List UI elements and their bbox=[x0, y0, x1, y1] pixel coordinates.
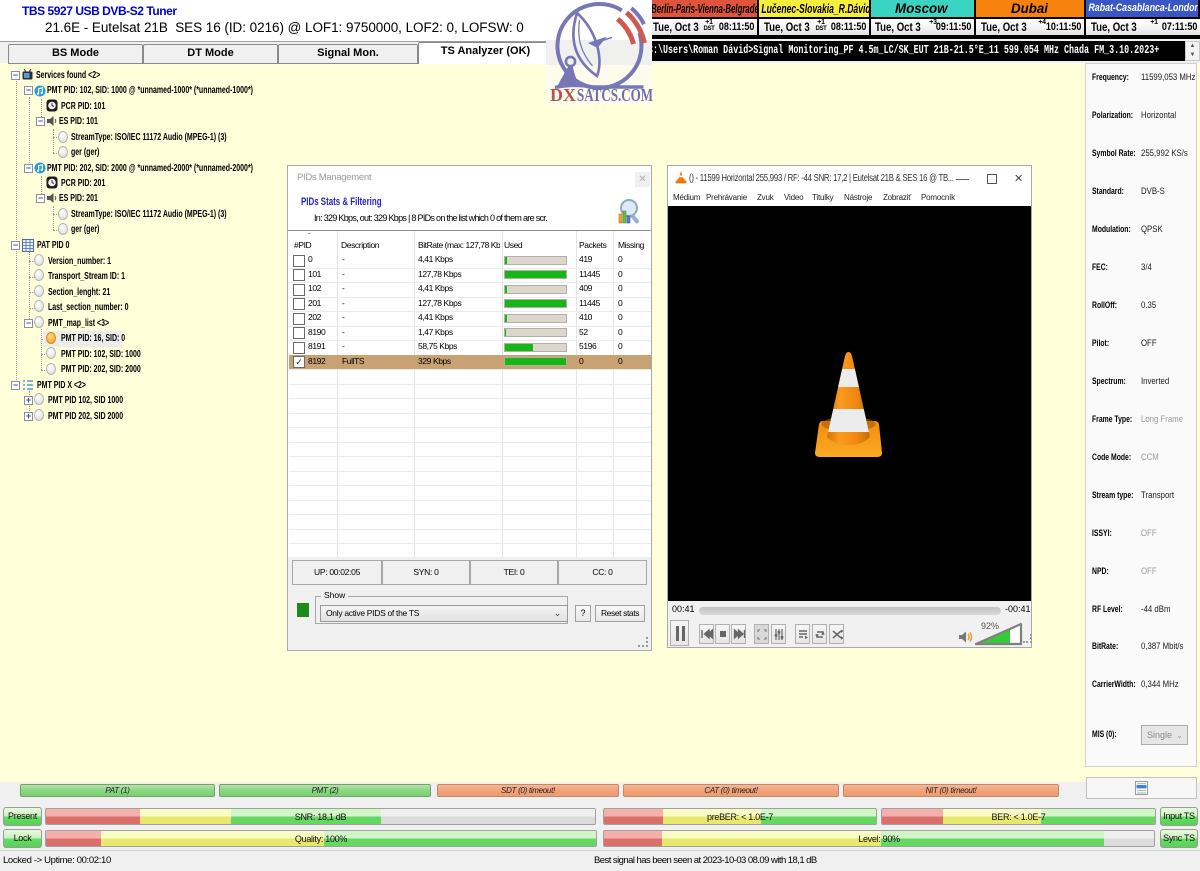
svg-text:DX: DX bbox=[550, 85, 576, 105]
svg-text:SATCS.COM: SATCS.COM bbox=[577, 85, 653, 105]
